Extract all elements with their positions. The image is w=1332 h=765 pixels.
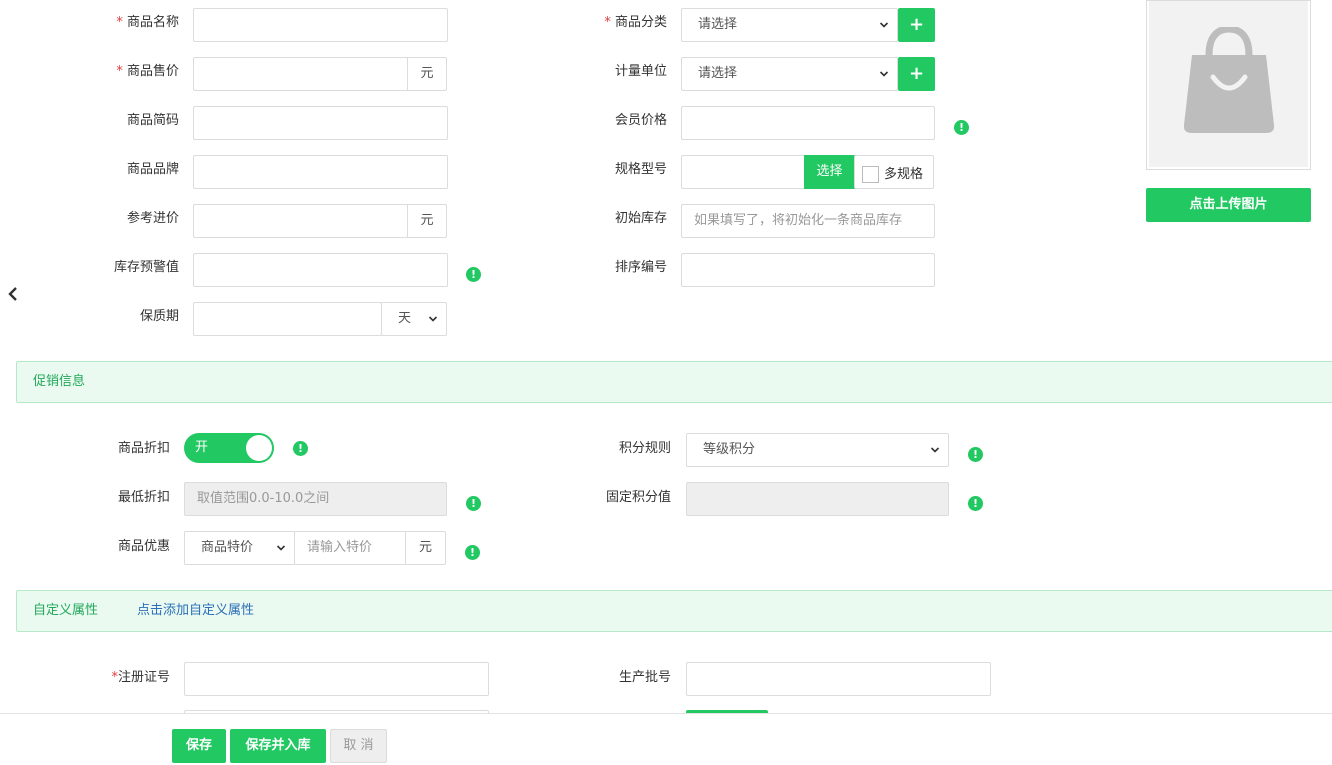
member-price-input[interactable] [681,106,935,140]
brand-label: 商品品牌 [126,162,179,177]
discount-toggle-knob [246,435,272,461]
multi-spec-checkbox[interactable] [862,166,879,183]
min-discount-info-icon[interactable]: ! [466,496,481,511]
ref-cost-input[interactable]: 元 [193,204,447,238]
initial-stock-input[interactable]: 如果填写了，将初始化一条商品库存 [681,204,935,238]
shopping-bag-icon [1183,27,1275,133]
min-discount-placeholder: 取值范围0.0-10.0之间 [197,491,330,506]
price-label: * 商品售价 [116,64,179,79]
points-rule-label: 积分规则 [618,441,671,456]
special-price-unit: 元 [405,532,445,564]
member-price-info-icon[interactable]: ! [954,120,969,135]
sort-no-label: 排序编号 [614,260,667,275]
discount-toggle-text: 开 [195,440,209,455]
fixed-points-input[interactable] [686,482,949,516]
name-label: * 商品名称 [116,15,179,30]
initial-stock-label: 初始库存 [614,211,667,226]
reg-no-input[interactable] [184,662,489,696]
fixed-points-info-icon[interactable]: ! [968,496,983,511]
unit-select[interactable]: 请选择 [681,57,898,91]
add-custom-attribute-link[interactable]: 点击添加自定义属性 [137,591,254,631]
save-button[interactable]: 保存 [172,729,226,763]
multi-spec-label: 多规格 [884,167,924,182]
chevron-left-icon[interactable] [6,286,20,302]
unit-value: 请选择 [698,66,738,81]
initial-stock-placeholder: 如果填写了，将初始化一条商品库存 [694,213,903,228]
min-discount-label: 最低折扣 [117,490,170,505]
batch-no-label: 生产批号 [618,670,671,685]
save-and-stock-button[interactable]: 保存并入库 [230,729,326,763]
short-code-label: 商品简码 [126,113,179,128]
category-select[interactable]: 请选择 [681,8,898,42]
stock-warn-info-icon[interactable]: ! [466,267,481,282]
chevron-down-icon [879,22,889,28]
chevron-down-icon [930,447,940,453]
points-rule-select[interactable]: 等级积分 [686,433,949,467]
spec-label: 规格型号 [614,162,667,177]
short-code-input[interactable] [193,106,448,140]
spec-select-button[interactable]: 选择 [804,155,855,189]
shelf-life-unit-select[interactable]: 天 [381,302,447,336]
spec-input[interactable] [681,155,805,189]
promotion-section-title: 促销信息 [33,374,86,389]
product-image-placeholder [1146,0,1311,170]
points-rule-value: 等级积分 [703,442,756,457]
discount-toggle[interactable]: 开 [184,433,274,463]
category-value: 请选择 [698,17,738,32]
cancel-button[interactable]: 取 消 [330,729,387,763]
min-discount-input[interactable]: 取值范围0.0-10.0之间 [184,482,447,516]
promotion-section-header: 促销信息 [16,361,1332,403]
price-input[interactable]: 元 [193,57,447,91]
name-input[interactable] [193,8,448,42]
member-price-label: 会员价格 [614,113,667,128]
shelf-life-unit-value: 天 [398,311,412,326]
offer-label: 商品优惠 [117,539,170,554]
category-label: * 商品分类 [604,15,667,30]
custom-section-title: 自定义属性 [33,603,99,618]
offer-info-icon[interactable]: ! [465,545,480,560]
custom-section-header: 自定义属性 点击添加自定义属性 [16,590,1332,632]
offer-type-value: 商品特价 [201,540,254,555]
fixed-points-label: 固定积分值 [605,490,671,505]
special-price-input[interactable]: 请输入特价 元 [294,531,446,565]
discount-label: 商品折扣 [117,441,170,456]
add-unit-button[interactable]: + [898,57,935,91]
chevron-down-icon [276,545,286,551]
special-price-placeholder: 请输入特价 [307,540,373,555]
shelf-life-input[interactable] [193,302,382,336]
chevron-down-icon [879,71,889,77]
shelf-life-label: 保质期 [139,309,179,324]
ref-cost-unit: 元 [407,205,446,237]
unit-label: 计量单位 [614,64,667,79]
stock-warn-label: 库存预警值 [113,260,179,275]
sort-no-input[interactable] [681,253,935,287]
brand-input[interactable] [193,155,448,189]
chevron-down-icon [428,316,438,322]
price-unit: 元 [407,58,446,90]
reg-no-label: *注册证号 [111,670,170,685]
upload-image-button[interactable]: 点击上传图片 [1146,188,1311,222]
points-rule-info-icon[interactable]: ! [968,447,983,462]
offer-type-select[interactable]: 商品特价 [184,531,295,565]
ref-cost-label: 参考进价 [126,211,179,226]
add-category-button[interactable]: + [898,8,935,42]
batch-no-input[interactable] [686,662,991,696]
stock-warn-input[interactable] [193,253,448,287]
discount-info-icon[interactable]: ! [293,441,308,456]
